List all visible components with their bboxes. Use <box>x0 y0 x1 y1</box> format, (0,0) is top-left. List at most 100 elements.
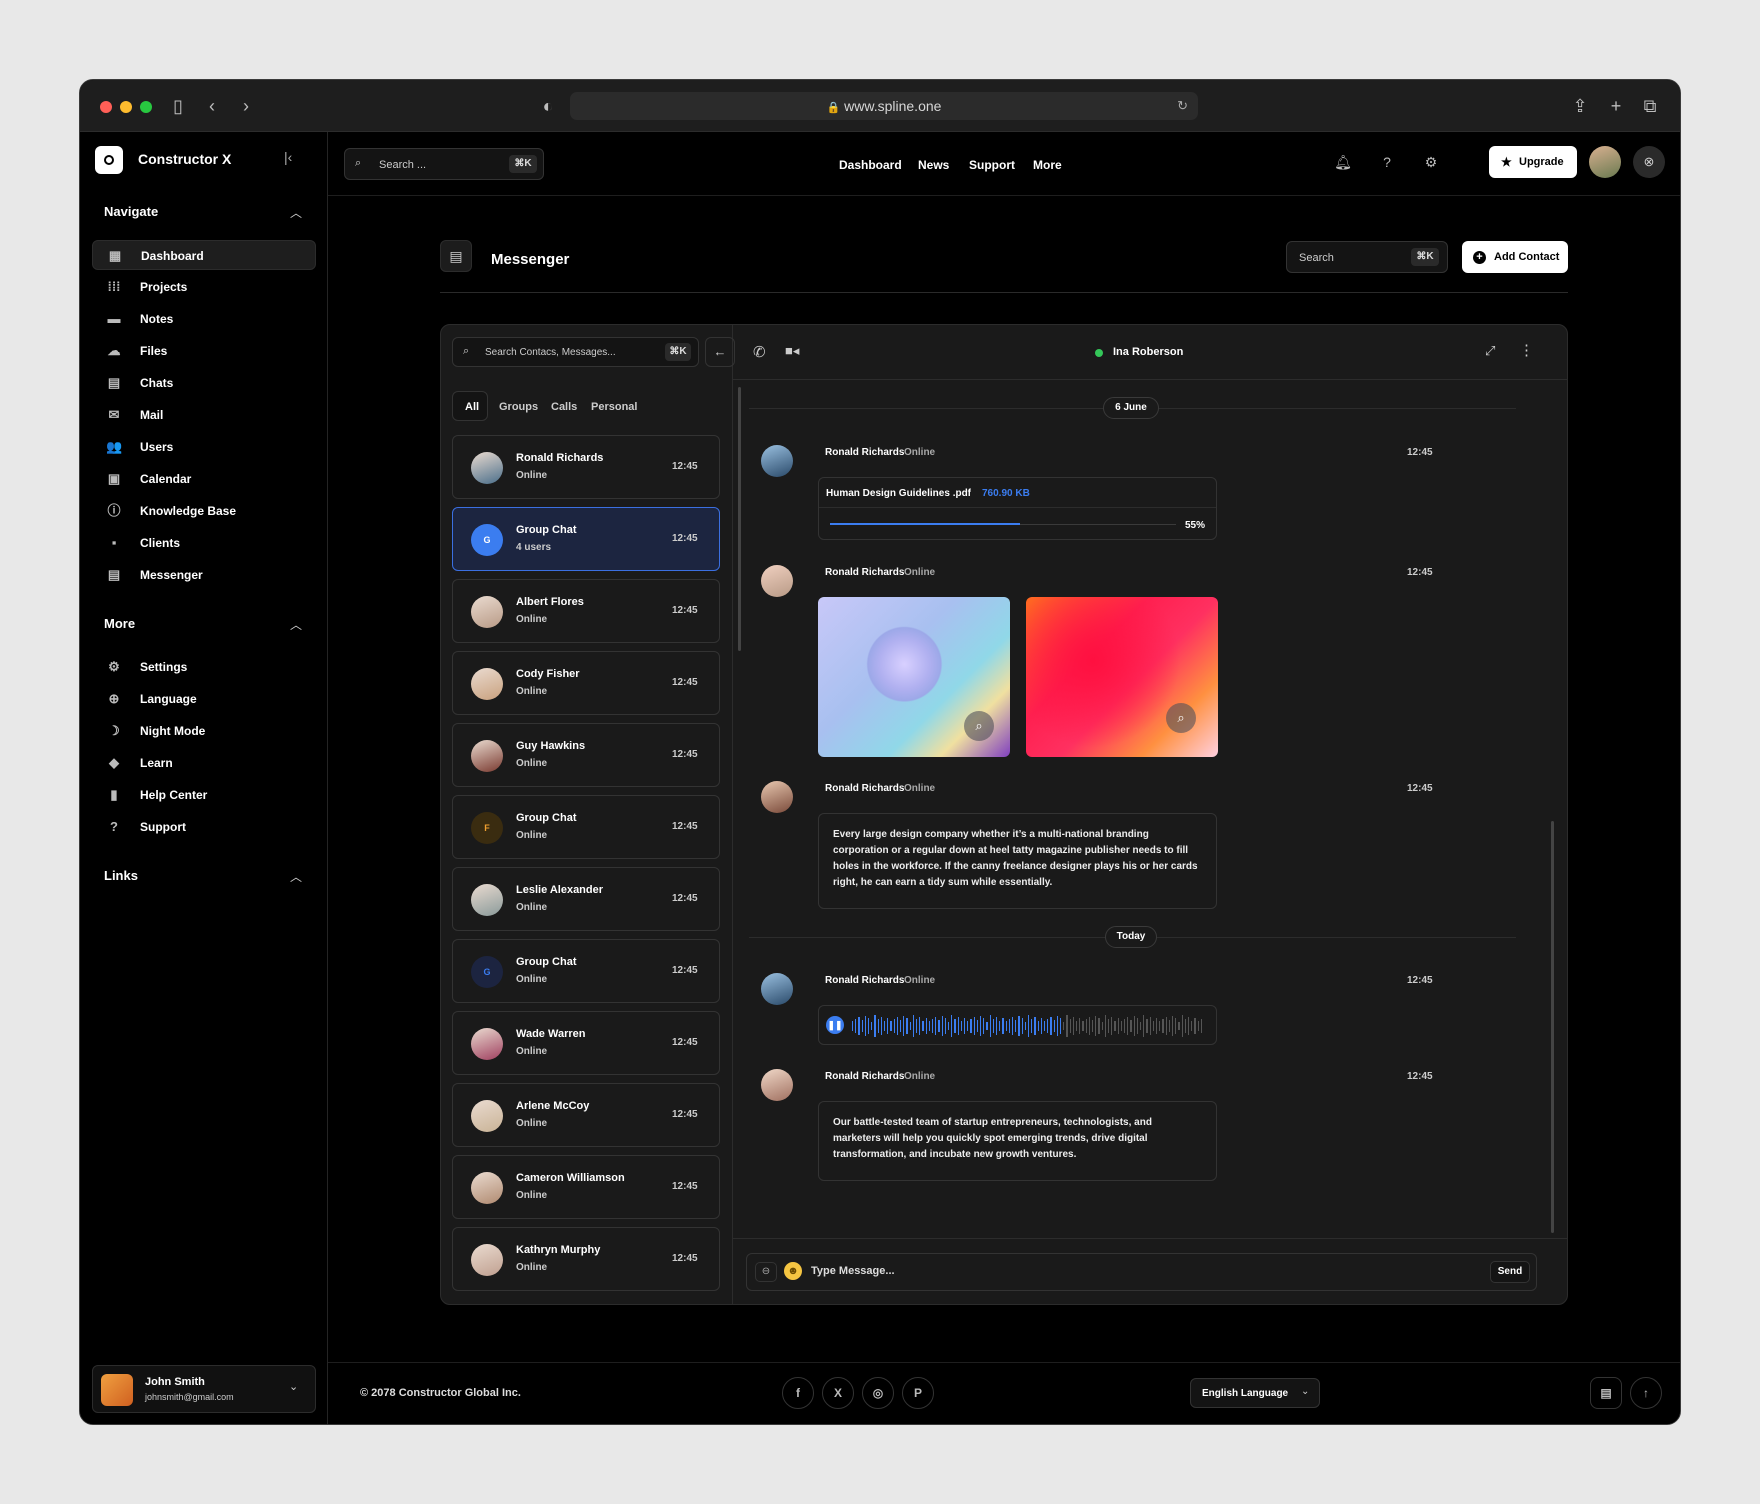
tab-personal[interactable]: Personal <box>591 401 637 413</box>
chevron-up-icon[interactable]: ︿ <box>290 868 302 885</box>
sidebar-item-language[interactable]: ⊕ Language <box>92 684 316 714</box>
chevron-up-icon[interactable]: ︿ <box>290 204 302 221</box>
video-camera-icon[interactable]: ■◂ <box>785 343 799 359</box>
user-email: johnsmith@gmail.com <box>145 1392 234 1402</box>
reload-icon[interactable]: ↻ <box>1177 92 1188 120</box>
account-avatar[interactable] <box>1589 146 1621 178</box>
image-attachment[interactable]: ⌕ <box>818 597 1010 757</box>
collapse-sidebar-icon[interactable]: |‹ <box>284 149 292 165</box>
top-bar: ⌕ Search ... ⌘K Dashboard News Support M… <box>328 132 1680 196</box>
send-button[interactable]: Send <box>1490 1261 1530 1283</box>
chevron-up-icon[interactable]: ︿ <box>290 616 302 633</box>
sidebar-item-help-center[interactable]: ▮ Help Center <box>92 780 316 810</box>
chat-scrollbar[interactable] <box>1551 821 1554 1233</box>
sidebar-item-support[interactable]: ? Support <box>92 812 316 842</box>
tabs-overview-icon[interactable]: ⧉ <box>1638 94 1662 118</box>
scroll-to-top-icon[interactable]: ↑ <box>1630 1377 1662 1409</box>
top-nav-support[interactable]: Support <box>969 158 1015 172</box>
gear-icon[interactable]: ⚙ <box>1421 152 1441 172</box>
add-contact-button[interactable]: + Add Contact <box>1462 241 1568 273</box>
new-tab-icon[interactable]: + <box>1604 94 1628 118</box>
back-icon[interactable]: ‹ <box>200 94 224 118</box>
tab-calls[interactable]: Calls <box>551 401 577 413</box>
close-window-button[interactable] <box>100 101 112 113</box>
sidebar-item-dashboard[interactable]: ▦ Dashboard <box>92 240 316 270</box>
contact-item[interactable]: Ronald Richards Online 12:45 <box>452 435 720 499</box>
bell-icon[interactable]: 🔔︎ <box>1333 152 1353 172</box>
tab-all[interactable]: All <box>465 401 479 413</box>
sidebar-item-knowledge-base[interactable]: ⓘ Knowledge Base <box>92 496 316 526</box>
top-nav-dashboard[interactable]: Dashboard <box>839 158 902 172</box>
facebook-icon[interactable]: f <box>782 1377 814 1409</box>
contact-item[interactable]: Cameron Williamson Online 12:45 <box>452 1155 720 1219</box>
contact-item[interactable]: G Group Chat Online 12:45 <box>452 939 720 1003</box>
language-select[interactable]: English Language ⌄ <box>1190 1378 1320 1408</box>
chevron-down-icon[interactable]: ⌄ <box>289 1380 298 1393</box>
waveform-bar <box>1092 1020 1094 1032</box>
top-nav-news[interactable]: News <box>918 158 949 172</box>
contact-item[interactable]: Leslie Alexander Online 12:45 <box>452 867 720 931</box>
sidebar-item-chats[interactable]: ▤ Chats <box>92 368 316 398</box>
sidebar-item-projects[interactable]: ⁞⁞⁞ Projects <box>92 272 316 302</box>
contact-time: 12:45 <box>672 533 698 544</box>
contact-item[interactable]: G Group Chat 4 users 12:45 <box>452 507 720 571</box>
user-profile-menu[interactable]: John Smith johnsmith@gmail.com ⌄ <box>92 1365 316 1413</box>
help-icon[interactable]: ? <box>1377 152 1397 172</box>
sidebar-item-messenger[interactable]: ▤ Messenger <box>92 560 316 590</box>
sidebar-item-files[interactable]: ☁ Files <box>92 336 316 366</box>
sidebar-item-calendar[interactable]: ▣ Calendar <box>92 464 316 494</box>
top-nav-more[interactable]: More <box>1033 158 1062 172</box>
close-icon[interactable]: ⊗ <box>1633 146 1665 178</box>
page-search-input[interactable]: Search ⌘K <box>1286 241 1448 273</box>
links-section-title[interactable]: Links <box>104 868 138 883</box>
contact-item[interactable]: Cody Fisher Online 12:45 <box>452 651 720 715</box>
zoom-icon[interactable]: ⌕ <box>1166 703 1196 733</box>
share-icon[interactable]: ⇪ <box>1568 94 1592 118</box>
tab-groups[interactable]: Groups <box>499 401 538 413</box>
shield-icon[interactable]: ◐ <box>536 94 560 118</box>
sidebar-item-users[interactable]: 👥 Users <box>92 432 316 462</box>
sidebar-item-notes[interactable]: ▬ Notes <box>92 304 316 334</box>
message-input[interactable]: Type Message... <box>811 1265 895 1277</box>
audio-waveform[interactable] <box>852 1012 1208 1040</box>
sidebar-item-night-mode[interactable]: ☽ Night Mode <box>92 716 316 746</box>
contact-time: 12:45 <box>672 965 698 976</box>
contact-item[interactable]: Kathryn Murphy Online 12:45 <box>452 1227 720 1291</box>
global-search-input[interactable]: ⌕ Search ... ⌘K <box>344 148 544 180</box>
chat-icon[interactable]: ▤ <box>1590 1377 1622 1409</box>
instagram-icon[interactable]: ◎ <box>862 1377 894 1409</box>
phone-icon[interactable]: ✆ <box>753 343 766 361</box>
contact-item[interactable]: Guy Hawkins Online 12:45 <box>452 723 720 787</box>
contacts-search-input[interactable]: ⌕ Search Contacs, Messages... ⌘K <box>452 337 699 367</box>
navigate-section-title[interactable]: Navigate <box>104 204 158 219</box>
sidebar-item-learn[interactable]: ◆ Learn <box>92 748 316 778</box>
zoom-icon[interactable]: ⌕ <box>964 711 994 741</box>
waveform-bar <box>855 1019 857 1033</box>
more-options-icon[interactable]: ⋮ <box>1519 341 1534 359</box>
upgrade-button[interactable]: ★ Upgrade <box>1489 146 1577 178</box>
contact-item[interactable]: F Group Chat Online 12:45 <box>452 795 720 859</box>
forward-icon[interactable]: › <box>234 94 258 118</box>
x-twitter-icon[interactable]: X <box>822 1377 854 1409</box>
sidebar-item-mail[interactable]: ✉ Mail <box>92 400 316 430</box>
more-section-title[interactable]: More <box>104 616 135 631</box>
back-arrow-icon[interactable]: ← <box>705 337 735 367</box>
maximize-window-button[interactable] <box>140 101 152 113</box>
minimize-window-button[interactable] <box>120 101 132 113</box>
sidebar-toggle-icon[interactable]: ▯ <box>166 94 190 118</box>
attachment-icon[interactable]: ⊖ <box>755 1262 777 1282</box>
emoji-icon[interactable]: ☻ <box>784 1262 802 1280</box>
expand-icon[interactable]: ⤢ <box>1485 343 1495 359</box>
file-attachment[interactable]: Human Design Guidelines .pdf 760.90 KB 5… <box>818 477 1217 540</box>
waveform-bar <box>957 1017 959 1035</box>
sidebar-item-clients[interactable]: ▪ Clients <box>92 528 316 558</box>
contact-item[interactable]: Wade Warren Online 12:45 <box>452 1011 720 1075</box>
sidebar-item-settings[interactable]: ⚙ Settings <box>92 652 316 682</box>
contact-item[interactable]: Albert Flores Online 12:45 <box>452 579 720 643</box>
waveform-bar <box>951 1015 953 1037</box>
image-attachment[interactable]: ⌕ <box>1026 597 1218 757</box>
contact-item[interactable]: Arlene McCoy Online 12:45 <box>452 1083 720 1147</box>
address-bar[interactable]: 🔒 www.spline.one ↻ <box>570 92 1198 120</box>
pinterest-icon[interactable]: P <box>902 1377 934 1409</box>
pause-icon[interactable]: ❚❚ <box>826 1016 844 1034</box>
